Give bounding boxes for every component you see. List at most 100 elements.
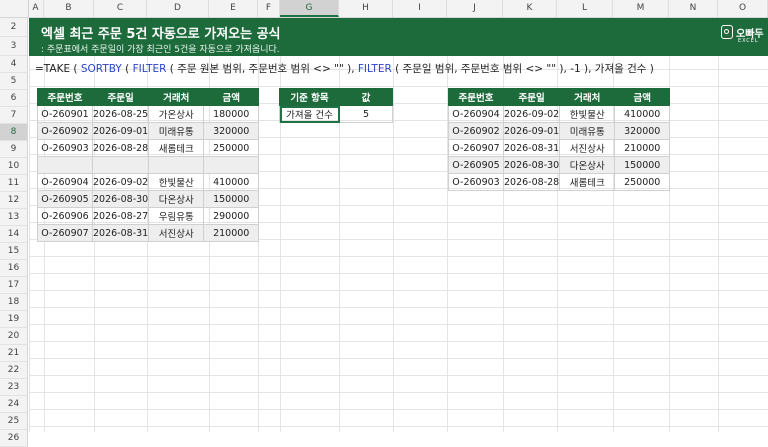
source-cell[interactable]: 150000	[203, 190, 260, 208]
source-cell[interactable]: O-260905	[37, 190, 93, 208]
table-row: O-260901 2026-08-25 가온상사 180000	[37, 105, 260, 123]
column-header-c[interactable]: C	[94, 0, 147, 17]
column-header-o[interactable]: O	[718, 0, 768, 17]
row-header-22[interactable]: 22	[0, 362, 28, 379]
result-cell[interactable]: O-260904	[448, 105, 504, 123]
column-header-e[interactable]: E	[209, 0, 258, 17]
column-header-h[interactable]: H	[339, 0, 393, 17]
source-cell[interactable]	[37, 156, 93, 174]
column-header-n[interactable]: N	[669, 0, 718, 17]
source-cell[interactable]: 2026-08-31	[91, 224, 150, 242]
row-header-25[interactable]: 25	[0, 413, 28, 430]
row-header-4[interactable]: 4	[0, 56, 28, 73]
row-header-12[interactable]: 12	[0, 192, 28, 209]
source-cell[interactable]: 250000	[203, 139, 260, 157]
source-cell[interactable]	[91, 156, 150, 174]
row-header-13[interactable]: 13	[0, 209, 28, 226]
column-header-k[interactable]: K	[503, 0, 557, 17]
row-header-8[interactable]: 8	[0, 124, 28, 141]
column-header-l[interactable]: L	[557, 0, 613, 17]
column-header-g[interactable]: G	[280, 0, 339, 17]
source-cell[interactable]	[203, 156, 260, 174]
source-cell[interactable]: 새롬테크	[148, 139, 205, 157]
result-cell[interactable]: 2026-08-30	[502, 156, 561, 174]
source-cell[interactable]: O-260902	[37, 122, 93, 140]
banner-subtitle: : 주문표에서 주문일이 가장 최근인 5건을 자동으로 가져옵니다.	[41, 45, 280, 55]
source-cell[interactable]: 210000	[203, 224, 260, 242]
source-cell[interactable]	[148, 156, 205, 174]
column-header-a[interactable]: A	[28, 0, 44, 17]
source-cell[interactable]: O-260901	[37, 105, 93, 123]
criteria-value-cell[interactable]: 5	[339, 105, 393, 123]
source-cell[interactable]: 410000	[203, 173, 260, 191]
source-cell[interactable]: 2026-09-01	[91, 122, 150, 140]
row-header-2[interactable]: 2	[0, 18, 28, 37]
result-cell[interactable]: 새롬테크	[559, 173, 616, 191]
source-cell[interactable]: O-260906	[37, 207, 93, 225]
source-cell[interactable]: 2026-08-30	[91, 190, 150, 208]
result-cell[interactable]: 2026-09-01	[502, 122, 561, 140]
result-cell[interactable]: 320000	[614, 122, 671, 140]
row-header-5[interactable]: 5	[0, 73, 28, 90]
source-cell[interactable]: O-260907	[37, 224, 93, 242]
source-cell[interactable]: O-260903	[37, 139, 93, 157]
row-header-26[interactable]: 26	[0, 430, 28, 447]
row-header-18[interactable]: 18	[0, 294, 28, 311]
result-cell[interactable]: 2026-09-02	[502, 105, 561, 123]
source-cell[interactable]: O-260904	[37, 173, 93, 191]
criteria-label-cell[interactable]: 가져올 건수	[279, 105, 340, 123]
result-cell[interactable]: 다온상사	[559, 156, 616, 174]
source-cell[interactable]: 미래유통	[148, 122, 205, 140]
source-cell[interactable]: 320000	[203, 122, 260, 140]
result-cell[interactable]: 250000	[614, 173, 671, 191]
result-cell[interactable]: 한빛물산	[559, 105, 616, 123]
row-header-9[interactable]: 9	[0, 141, 28, 158]
column-header-m[interactable]: M	[613, 0, 669, 17]
result-cell[interactable]: O-260907	[448, 139, 504, 157]
result-cell[interactable]: O-260902	[448, 122, 504, 140]
source-cell[interactable]: 우림유통	[148, 207, 205, 225]
row-header-16[interactable]: 16	[0, 260, 28, 277]
result-cell[interactable]: 410000	[614, 105, 671, 123]
source-cell[interactable]: 290000	[203, 207, 260, 225]
column-header-b[interactable]: B	[44, 0, 94, 17]
result-cell[interactable]: 210000	[614, 139, 671, 157]
source-cell[interactable]: 2026-08-27	[91, 207, 150, 225]
column-header-bar: ABCDEFGHIJKLMNO	[0, 0, 768, 18]
result-cell[interactable]: O-260903	[448, 173, 504, 191]
row-header-10[interactable]: 10	[0, 158, 28, 175]
result-cell[interactable]: 2026-08-31	[502, 139, 561, 157]
row-header-3[interactable]: 3	[0, 37, 28, 56]
result-cell[interactable]: O-260905	[448, 156, 504, 174]
source-cell[interactable]: 2026-09-02	[91, 173, 150, 191]
source-cell[interactable]: 가온상사	[148, 105, 205, 123]
row-header-11[interactable]: 11	[0, 175, 28, 192]
select-all-corner[interactable]	[0, 0, 29, 17]
row-header-6[interactable]: 6	[0, 90, 28, 107]
source-cell[interactable]: 2026-08-25	[91, 105, 150, 123]
row-header-14[interactable]: 14	[0, 226, 28, 243]
source-cell[interactable]: 2026-08-28	[91, 139, 150, 157]
row-header-24[interactable]: 24	[0, 396, 28, 413]
result-cell[interactable]: 서진상사	[559, 139, 616, 157]
column-header-j[interactable]: J	[447, 0, 503, 17]
column-header-i[interactable]: I	[393, 0, 447, 17]
source-cell[interactable]: 서진상사	[148, 224, 205, 242]
source-cell[interactable]: 다온상사	[148, 190, 205, 208]
result-cell[interactable]: 미래유통	[559, 122, 616, 140]
row-header-19[interactable]: 19	[0, 311, 28, 328]
grid-column-line	[339, 18, 340, 432]
row-header-21[interactable]: 21	[0, 345, 28, 362]
row-header-15[interactable]: 15	[0, 243, 28, 260]
table-row: O-260904 2026-09-02 한빛물산 410000	[37, 173, 260, 191]
source-cell[interactable]: 한빛물산	[148, 173, 205, 191]
row-header-20[interactable]: 20	[0, 328, 28, 345]
result-cell[interactable]: 150000	[614, 156, 671, 174]
result-cell[interactable]: 2026-08-28	[502, 173, 561, 191]
column-header-d[interactable]: D	[147, 0, 209, 17]
row-header-7[interactable]: 7	[0, 107, 28, 124]
row-header-17[interactable]: 17	[0, 277, 28, 294]
column-header-f[interactable]: F	[258, 0, 280, 17]
source-cell[interactable]: 180000	[203, 105, 260, 123]
row-header-23[interactable]: 23	[0, 379, 28, 396]
